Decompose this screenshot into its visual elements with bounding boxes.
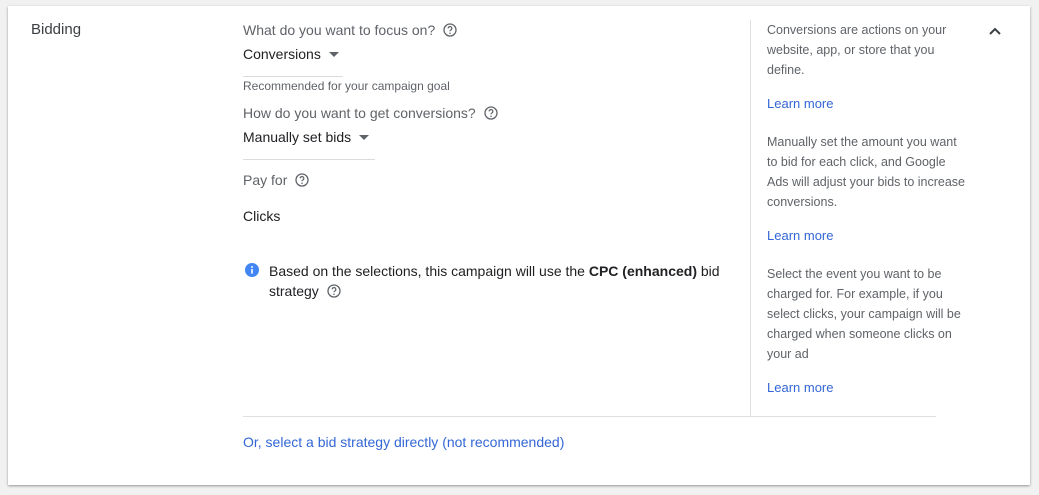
focus-dropdown[interactable]: Conversions <box>243 46 343 77</box>
collapse-section-button[interactable] <box>985 22 1005 42</box>
section-title: Bidding <box>31 21 82 38</box>
info-icon <box>245 263 259 277</box>
help-circle-icon[interactable] <box>295 173 310 187</box>
bid-strategy-info: Based on the selections, this campaign w… <box>245 261 725 301</box>
horizontal-divider <box>243 416 936 417</box>
learn-more-link[interactable]: Learn more <box>767 228 833 243</box>
chevron-up-icon <box>988 23 1002 41</box>
conversions-question: How do you want to get conversions? <box>243 105 498 121</box>
focus-question: What do you want to focus on? <box>243 22 457 38</box>
side-help-text: Manually set the amount you want to bid … <box>767 135 966 209</box>
help-circle-icon[interactable] <box>484 106 498 120</box>
side-help-manual-bids: Manually set the amount you want to bid … <box>767 132 967 245</box>
conversions-question-label: How do you want to get conversions? <box>243 105 476 121</box>
bidding-card: Bidding What do you want to focus on? Co… <box>8 6 1030 485</box>
focus-dropdown-value: Conversions <box>243 46 321 62</box>
bid-method-dropdown[interactable]: Manually set bids <box>243 129 375 160</box>
vertical-divider <box>750 20 751 416</box>
pay-for-label: Pay for <box>243 172 288 188</box>
select-bid-strategy-link[interactable]: Or, select a bid strategy directly (not … <box>243 434 564 450</box>
learn-more-link[interactable]: Learn more <box>767 380 833 395</box>
help-circle-icon[interactable] <box>327 284 341 298</box>
info-prefix: Based on the selections, this campaign w… <box>269 263 585 279</box>
bid-method-dropdown-value: Manually set bids <box>243 129 352 145</box>
focus-hint: Recommended for your campaign goal <box>243 79 450 93</box>
side-help-text: Conversions are actions on your website,… <box>767 23 947 77</box>
side-help-text: Select the event you want to be charged … <box>767 267 961 361</box>
pay-for-question: Pay for <box>243 172 310 188</box>
focus-question-label: What do you want to focus on? <box>243 22 436 38</box>
side-help-pay-for: Select the event you want to be charged … <box>767 264 967 397</box>
learn-more-link[interactable]: Learn more <box>767 96 833 111</box>
select-bid-strategy-link-wrap: Or, select a bid strategy directly (not … <box>243 434 564 450</box>
side-help-conversions: Conversions are actions on your website,… <box>767 20 967 113</box>
caret-down-icon <box>359 135 370 140</box>
bid-strategy-info-text: Based on the selections, this campaign w… <box>269 261 725 301</box>
bid-strategy-name: CPC (enhanced) <box>588 263 697 279</box>
pay-for-value: Clicks <box>243 208 281 224</box>
help-circle-icon[interactable] <box>443 23 457 37</box>
caret-down-icon <box>328 52 339 57</box>
